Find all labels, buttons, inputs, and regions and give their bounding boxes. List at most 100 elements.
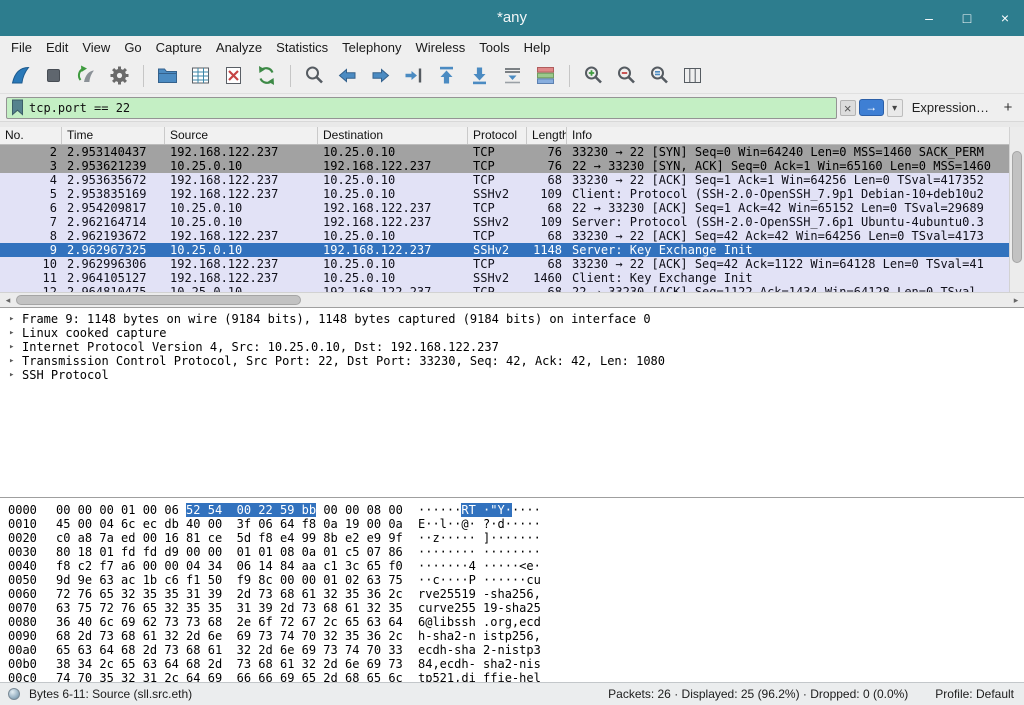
packet-row[interactable]: 7 2.962164714 10.25.0.10 192.168.122.237… (0, 215, 1009, 229)
horizontal-scrollbar[interactable]: ◂ ▸ (0, 292, 1024, 307)
open-file-button[interactable] (153, 61, 182, 90)
auto-scroll-button[interactable] (498, 61, 527, 90)
hex-row[interactable]: 0030 80 18 01 fd fd d9 00 00 01 01 08 0a… (8, 545, 1024, 559)
go-last-button[interactable] (465, 61, 494, 90)
vertical-scrollbar[interactable] (1009, 127, 1024, 292)
restart-capture-button[interactable] (72, 61, 101, 90)
go-to-packet-button[interactable] (399, 61, 428, 90)
expand-arrow-icon[interactable]: ▸ (0, 312, 22, 326)
bookmark-icon[interactable] (11, 99, 24, 116)
packet-row[interactable]: 8 2.962193672 192.168.122.237 10.25.0.10… (0, 229, 1009, 243)
menu-item[interactable]: Wireless (408, 38, 472, 57)
hex-row[interactable]: 0060 72 76 65 32 35 35 31 39 2d 73 68 61… (8, 587, 1024, 601)
filter-dropdown-button[interactable]: ▾ (887, 99, 903, 117)
hex-row[interactable]: 0070 63 75 72 76 65 32 35 35 31 39 2d 73… (8, 601, 1024, 615)
find-packet-button[interactable] (300, 61, 329, 90)
zoom-original-button[interactable] (645, 61, 674, 90)
go-first-button[interactable] (432, 61, 461, 90)
hex-offset: 0080 (8, 615, 56, 629)
resize-columns-button[interactable] (678, 61, 707, 90)
go-back-button[interactable] (333, 61, 362, 90)
close-button[interactable]: × (994, 10, 1016, 26)
hex-row[interactable]: 0000 00 00 00 01 00 06 52 54 00 22 59 bb… (8, 503, 1024, 517)
hex-bytes: 45 00 04 6c ec db 40 00 3f 06 64 f8 0a 1… (56, 517, 418, 531)
maximize-button[interactable]: □ (956, 10, 978, 26)
column-header-no[interactable]: No. (0, 127, 62, 144)
packet-length: 68 (527, 201, 567, 215)
hex-row[interactable]: 00c0 74 70 35 32 31 2c 64 69 66 66 69 65… (8, 671, 1024, 682)
menu-item[interactable]: Edit (39, 38, 75, 57)
expand-arrow-icon[interactable]: ▸ (0, 326, 22, 340)
start-capture-button[interactable] (6, 61, 35, 90)
stop-capture-button[interactable] (39, 61, 68, 90)
capture-options-button[interactable] (105, 61, 134, 90)
expression-button[interactable]: Expression… (906, 100, 995, 115)
detail-line[interactable]: ▸ Linux cooked capture (0, 326, 1024, 340)
detail-line[interactable]: ▸ Frame 9: 1148 bytes on wire (9184 bits… (0, 312, 1024, 326)
packet-row[interactable]: 2 2.953140437 192.168.122.237 10.25.0.10… (0, 145, 1009, 159)
column-header-source[interactable]: Source (165, 127, 318, 144)
save-file-button[interactable] (186, 61, 215, 90)
expand-arrow-icon[interactable]: ▸ (0, 340, 22, 354)
menu-item[interactable]: Go (117, 38, 148, 57)
detail-line[interactable]: ▸ Internet Protocol Version 4, Src: 10.2… (0, 340, 1024, 354)
packet-row[interactable]: 12 2.964810475 10.25.0.10 192.168.122.23… (0, 285, 1009, 292)
hex-row[interactable]: 0050 9d 9e 63 ac 1b c6 f1 50 f9 8c 00 00… (8, 573, 1024, 587)
display-filter-input[interactable] (29, 99, 832, 117)
expert-info-icon[interactable] (8, 688, 20, 700)
packet-row[interactable]: 10 2.962996306 192.168.122.237 10.25.0.1… (0, 257, 1009, 271)
add-filter-button[interactable]: + (998, 98, 1018, 118)
detail-line[interactable]: ▸ Transmission Control Protocol, Src Por… (0, 354, 1024, 368)
toolbar-separator (290, 65, 291, 87)
menu-item[interactable]: Analyze (209, 38, 269, 57)
status-profile[interactable]: Profile: Default (935, 687, 1014, 701)
minimize-button[interactable]: – (918, 10, 940, 26)
hex-row[interactable]: 00a0 65 63 64 68 2d 73 68 61 32 2d 6e 69… (8, 643, 1024, 657)
menu-item[interactable]: View (75, 38, 117, 57)
display-filter-field[interactable] (6, 97, 837, 119)
packet-row[interactable]: 9 2.962967325 10.25.0.10 192.168.122.237… (0, 243, 1009, 257)
go-forward-button[interactable] (366, 61, 395, 90)
packet-destination: 192.168.122.237 (318, 201, 468, 215)
packet-row[interactable]: 5 2.953835169 192.168.122.237 10.25.0.10… (0, 187, 1009, 201)
column-header-destination[interactable]: Destination (318, 127, 468, 144)
packet-length: 68 (527, 229, 567, 243)
apply-filter-button[interactable]: → (859, 99, 884, 116)
packet-length: 68 (527, 173, 567, 187)
hex-row[interactable]: 0010 45 00 04 6c ec db 40 00 3f 06 64 f8… (8, 517, 1024, 531)
expand-arrow-icon[interactable]: ▸ (0, 354, 22, 368)
zoom-out-button[interactable] (612, 61, 641, 90)
hex-row[interactable]: 0090 68 2d 73 68 61 32 2d 6e 69 73 74 70… (8, 629, 1024, 643)
packet-row[interactable]: 4 2.953635672 192.168.122.237 10.25.0.10… (0, 173, 1009, 187)
packet-row[interactable]: 6 2.954209817 10.25.0.10 192.168.122.237… (0, 201, 1009, 215)
scroll-right-icon[interactable]: ▸ (1009, 293, 1023, 307)
hex-ascii-plain: E··l··@· ?·d····· (418, 517, 541, 531)
column-header-info[interactable]: Info (567, 127, 1009, 144)
horizontal-scrollbar-thumb[interactable] (16, 295, 301, 305)
menu-item[interactable]: Capture (149, 38, 209, 57)
vertical-scrollbar-thumb[interactable] (1012, 151, 1022, 263)
expand-arrow-icon[interactable]: ▸ (0, 368, 22, 382)
packet-row[interactable]: 11 2.964105127 192.168.122.237 10.25.0.1… (0, 271, 1009, 285)
menu-item[interactable]: Tools (472, 38, 516, 57)
packet-row[interactable]: 3 2.953621239 10.25.0.10 192.168.122.237… (0, 159, 1009, 173)
hex-row[interactable]: 00b0 38 34 2c 65 63 64 68 2d 73 68 61 32… (8, 657, 1024, 671)
hex-row[interactable]: 0080 36 40 6c 69 62 73 73 68 2e 6f 72 67… (8, 615, 1024, 629)
detail-line[interactable]: ▸ SSH Protocol (0, 368, 1024, 382)
scroll-left-icon[interactable]: ◂ (1, 293, 15, 307)
hex-row[interactable]: 0020 c0 a8 7a ed 00 16 81 ce 5d f8 e4 99… (8, 531, 1024, 545)
column-header-length[interactable]: Length (527, 127, 567, 144)
close-file-button[interactable] (219, 61, 248, 90)
zoom-in-button[interactable] (579, 61, 608, 90)
clear-filter-button[interactable]: × (840, 100, 856, 116)
menu-item[interactable]: Statistics (269, 38, 335, 57)
menu-item[interactable]: Help (517, 38, 558, 57)
column-header-time[interactable]: Time (62, 127, 165, 144)
column-header-protocol[interactable]: Protocol (468, 127, 527, 144)
packet-protocol: SSHv2 (468, 243, 527, 257)
reload-button[interactable] (252, 61, 281, 90)
hex-row[interactable]: 0040 f8 c2 f7 a6 00 00 04 34 06 14 84 aa… (8, 559, 1024, 573)
colorize-button[interactable] (531, 61, 560, 90)
menu-item[interactable]: Telephony (335, 38, 408, 57)
menu-item[interactable]: File (4, 38, 39, 57)
